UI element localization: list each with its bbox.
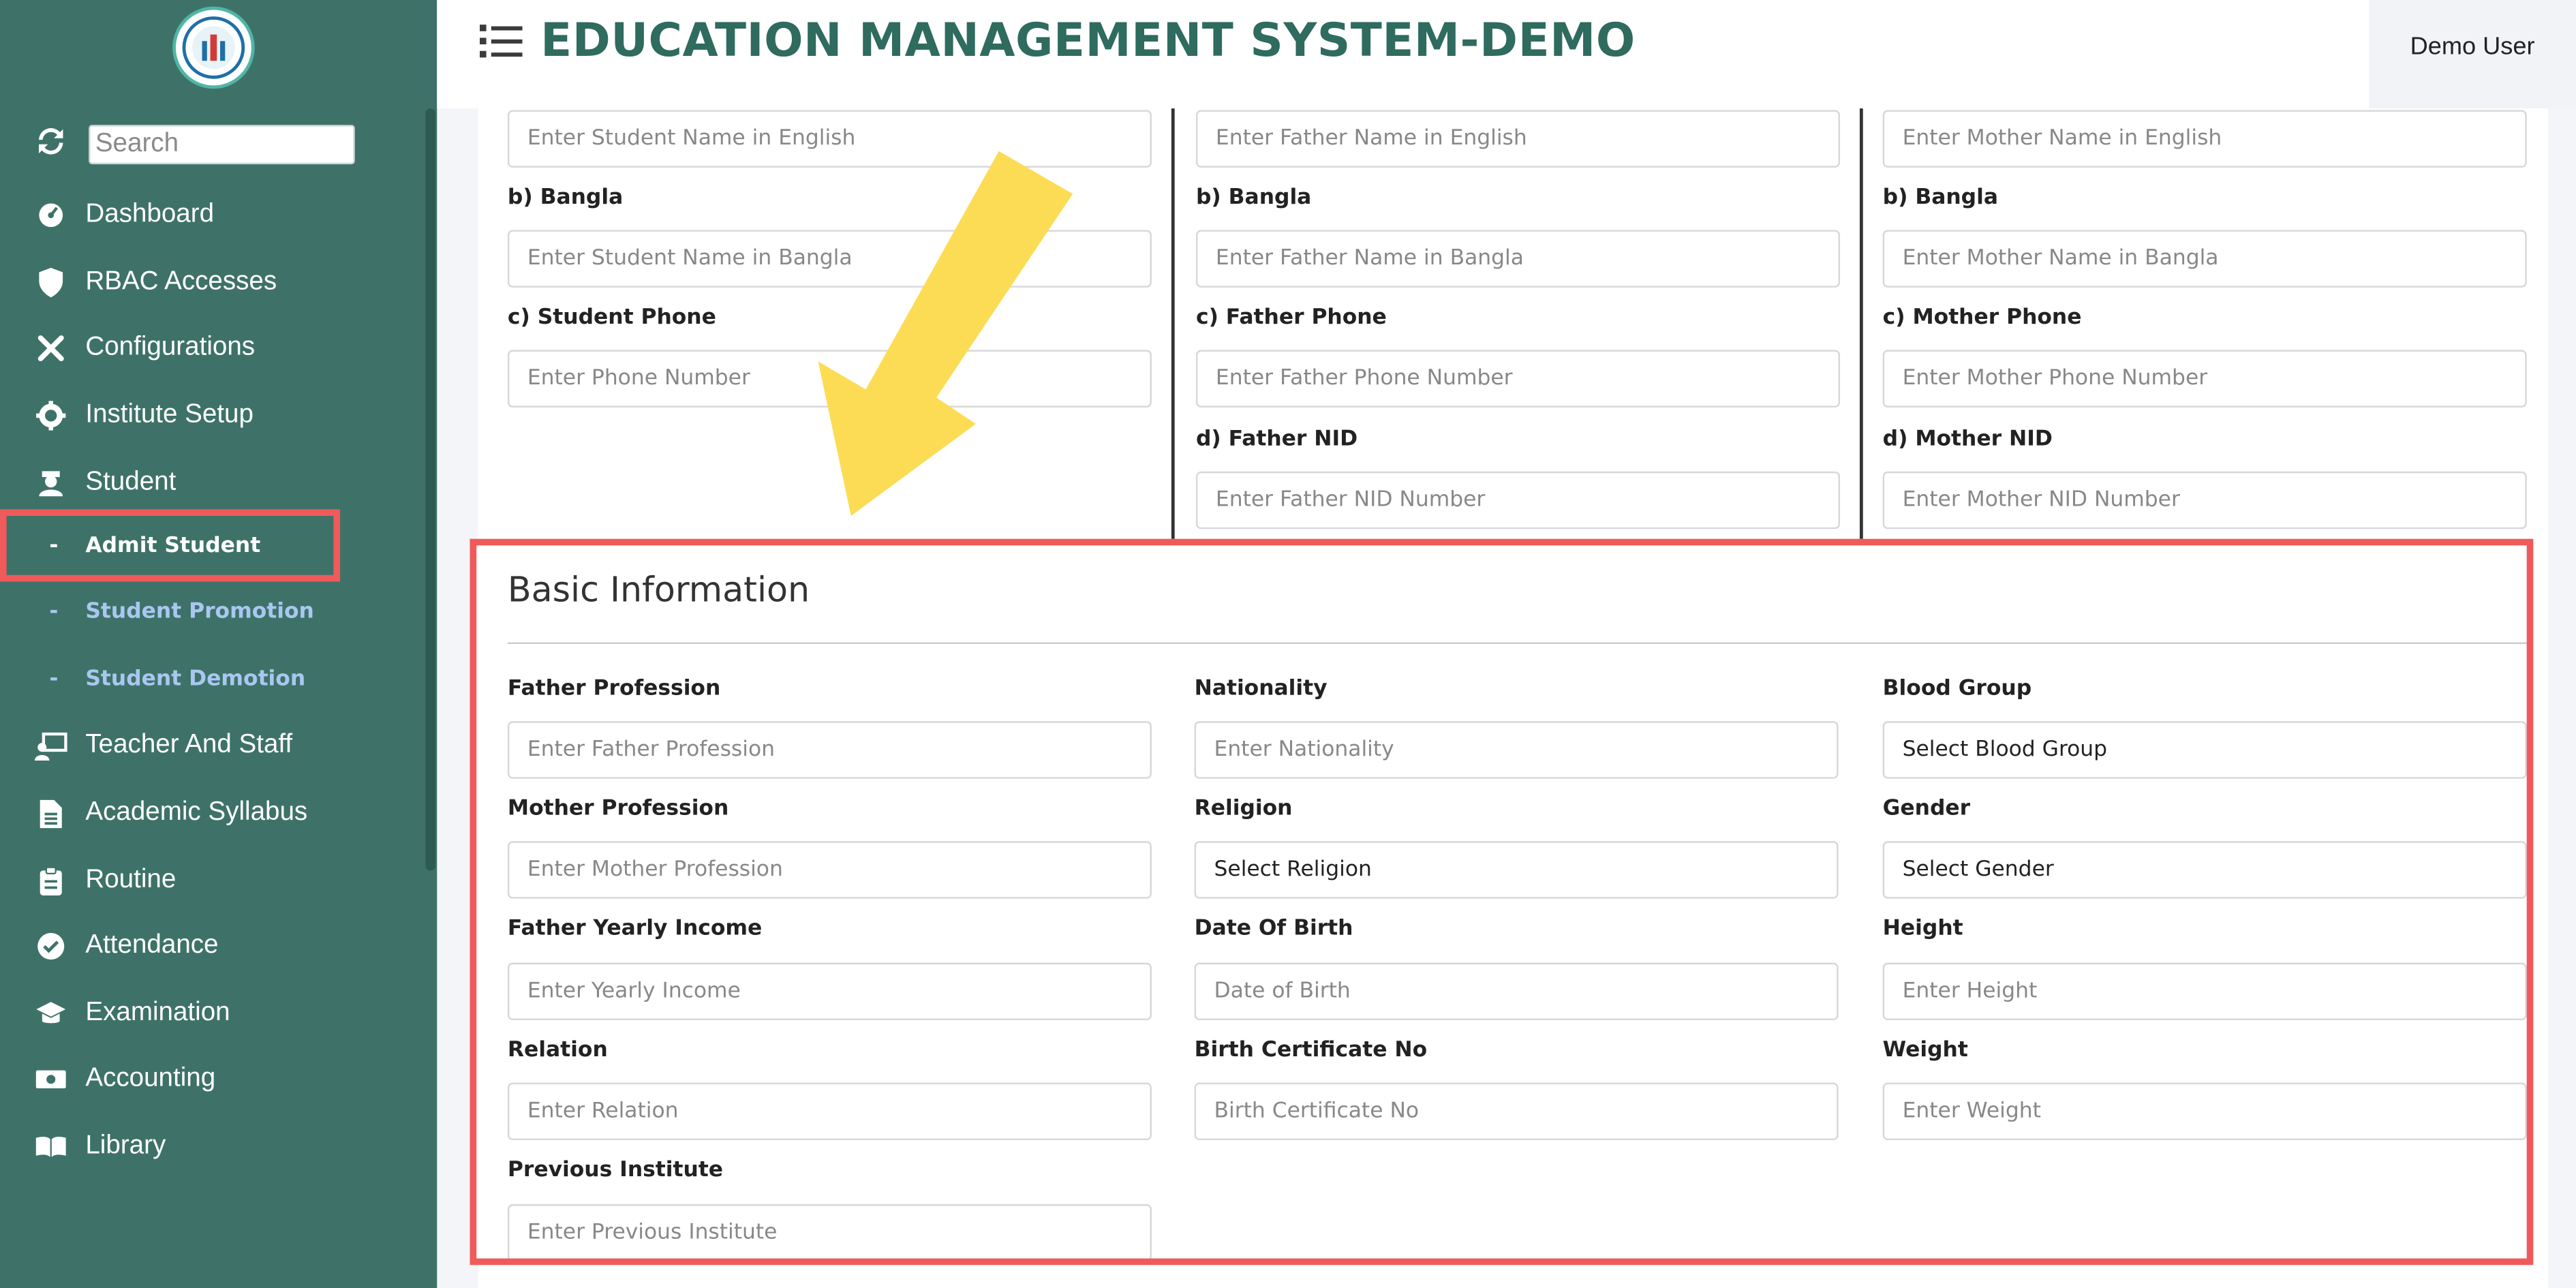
sidebar-item-label: Teacher And Staff	[85, 731, 293, 759]
sidebar-subitem-label: Admit Student	[85, 534, 261, 559]
user-name: Demo User	[2410, 33, 2535, 61]
mother-nid-input[interactable]: Enter Mother NID Number	[1882, 471, 2527, 530]
dashboard-icon	[33, 197, 69, 233]
sidebar-item-routine[interactable]: Routine	[33, 863, 176, 899]
column-divider	[1859, 108, 1863, 539]
mother-phone-label: c) Mother Phone	[1882, 305, 2082, 331]
sidebar-search-input[interactable]	[89, 125, 355, 165]
sidebar-search-row	[33, 123, 355, 166]
father-nid-input[interactable]: Enter Father NID Number	[1195, 471, 1840, 530]
father-phone-input[interactable]: Enter Father Phone Number	[1195, 350, 1840, 408]
sidebar-item-attendance[interactable]: Attendance	[33, 928, 219, 964]
document-icon	[33, 795, 69, 831]
sidebar-item-label: Configurations	[85, 333, 256, 362]
sidebar-item-label: Routine	[85, 865, 177, 894]
sidebar-item-label: Attendance	[85, 931, 219, 960]
teacher-icon	[33, 728, 69, 764]
sidebar-item-configurations[interactable]: Configurations	[33, 331, 255, 367]
institute-logo	[172, 6, 255, 89]
sidebar: Dashboard RBAC Accesses Configurations I…	[0, 0, 438, 1288]
tools-icon	[33, 331, 69, 367]
column-divider	[1171, 108, 1175, 539]
sidebar-scrollbar[interactable]	[425, 108, 435, 871]
app-title: EDUCATION MANAGEMENT SYSTEM-DEMO	[540, 13, 1636, 67]
sidebar-item-teacher-staff[interactable]: Teacher And Staff	[33, 728, 292, 764]
sidebar-item-label: Institute Setup	[85, 401, 254, 429]
father-bangla-label: b) Bangla	[1195, 185, 1312, 211]
father-name-english-input[interactable]: Enter Father Name in English	[1195, 110, 1840, 168]
sidebar-item-label: Library	[85, 1131, 166, 1160]
shield-icon	[33, 264, 69, 301]
sidebar-item-library[interactable]: Library	[33, 1129, 166, 1165]
student-phone-label: c) Student Phone	[507, 305, 716, 331]
sidebar-item-accounting[interactable]: Accounting	[33, 1061, 215, 1097]
sidebar-subitem-student-demotion[interactable]: - Student Demotion	[49, 667, 305, 692]
sidebar-item-label: RBAC Accesses	[85, 267, 277, 296]
student-bangla-label: b) Bangla	[507, 185, 624, 211]
sidebar-subitem-student-promotion[interactable]: - Student Promotion	[49, 600, 314, 624]
sidebar-subitem-label: Student Promotion	[85, 599, 314, 625]
mother-nid-label: d) Mother NID	[1882, 427, 2053, 452]
mother-phone-input[interactable]: Enter Mother Phone Number	[1882, 350, 2527, 408]
sidebar-item-academic-syllabus[interactable]: Academic Syllabus	[33, 795, 307, 831]
sidebar-item-examination[interactable]: Examination	[33, 996, 230, 1032]
book-icon	[33, 1129, 69, 1165]
father-nid-label: d) Father NID	[1195, 427, 1358, 452]
mother-name-bangla-input[interactable]: Enter Mother Name in Bangla	[1882, 230, 2527, 288]
sidebar-item-label: Dashboard	[85, 200, 215, 229]
sidebar-item-label: Accounting	[85, 1064, 216, 1093]
user-menu[interactable]: Demo User	[2369, 0, 2576, 109]
sidebar-item-student[interactable]: Student	[33, 465, 176, 501]
sidebar-subitem-label: Student Demotion	[85, 666, 306, 692]
refresh-icon[interactable]	[33, 123, 69, 166]
sidebar-item-rbac[interactable]: RBAC Accesses	[33, 264, 277, 301]
sidebar-item-institute-setup[interactable]: Institute Setup	[33, 397, 254, 433]
father-phone-label: c) Father Phone	[1195, 305, 1387, 331]
sidebar-item-label: Student	[85, 468, 177, 497]
mother-bangla-label: b) Bangla	[1882, 185, 1999, 211]
basic-information-highlight	[470, 538, 2534, 1266]
clipboard-icon	[33, 863, 69, 899]
menu-list-icon[interactable]	[479, 23, 523, 66]
sidebar-item-label: Academic Syllabus	[85, 798, 308, 827]
mother-name-english-input[interactable]: Enter Mother Name in English	[1882, 110, 2527, 168]
sidebar-item-dashboard[interactable]: Dashboard	[33, 197, 214, 233]
money-icon	[33, 1061, 69, 1097]
graduation-cap-icon	[33, 996, 69, 1032]
gear-icon	[33, 397, 69, 433]
student-icon	[33, 465, 69, 501]
sidebar-item-label: Examination	[85, 998, 230, 1027]
father-name-bangla-input[interactable]: Enter Father Name in Bangla	[1195, 230, 1840, 288]
check-circle-icon	[33, 928, 69, 964]
pointer-arrow-icon	[818, 151, 1073, 516]
top-header: EDUCATION MANAGEMENT SYSTEM-DEMO Demo Us…	[437, 0, 2576, 109]
sidebar-subitem-admit-student[interactable]: - Admit Student	[49, 534, 260, 558]
